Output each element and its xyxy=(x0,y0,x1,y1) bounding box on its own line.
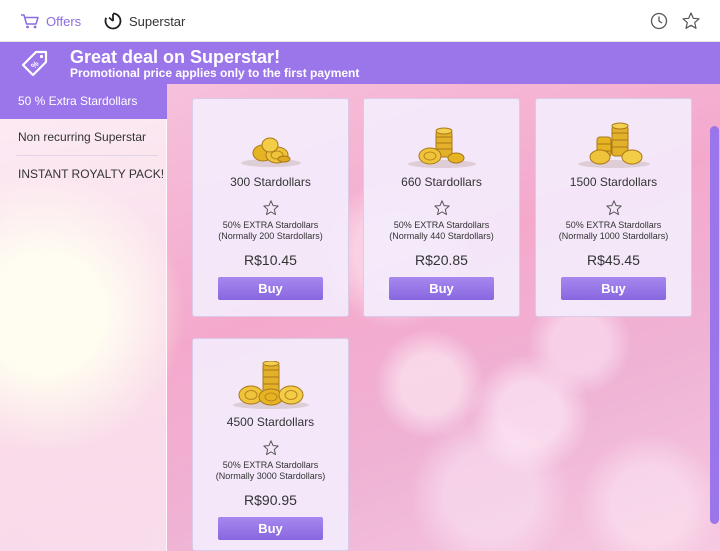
buy-button[interactable]: Buy xyxy=(218,277,323,300)
star-icon[interactable] xyxy=(681,11,701,31)
offer-amount: 660 Stardollars xyxy=(401,175,482,189)
offers-sidebar: 50 % Extra Stardollars Non recurring Sup… xyxy=(0,84,167,551)
offer-price: R$45.45 xyxy=(587,252,640,268)
offer-extra-note: 50% EXTRA Stardollars (Normally 1000 Sta… xyxy=(536,220,691,242)
superstar-timer-icon xyxy=(104,12,122,30)
offer-extra-note: 50% EXTRA Stardollars (Normally 3000 Sta… xyxy=(193,460,348,482)
coins-small-icon xyxy=(241,137,301,167)
offer-card: 1500 Stardollars 50% EXTRA Stardollars (… xyxy=(535,98,692,317)
buy-button[interactable]: Buy xyxy=(561,277,666,300)
tab-offers[interactable]: Offers xyxy=(20,0,81,42)
offer-amount: 4500 Stardollars xyxy=(226,415,315,429)
offer-normal-price-line: (Normally 1000 Stardollars) xyxy=(558,231,669,241)
offer-extra-line: 50% EXTRA Stardollars xyxy=(222,220,319,230)
offer-price: R$10.45 xyxy=(244,252,297,268)
offer-extra-line: 50% EXTRA Stardollars xyxy=(222,460,319,470)
favorite-star-icon[interactable] xyxy=(605,199,623,217)
sidebar-item-non-recurring-superstar[interactable]: Non recurring Superstar xyxy=(0,119,167,155)
tab-offers-label: Offers xyxy=(46,13,82,29)
scrollbar-track[interactable] xyxy=(709,84,720,551)
banner-title: Great deal on Superstar! xyxy=(70,47,281,67)
favorite-star-icon[interactable] xyxy=(262,439,280,457)
offer-price: R$90.95 xyxy=(244,492,297,508)
offer-normal-price-line: (Normally 440 Stardollars) xyxy=(389,231,494,241)
cart-icon xyxy=(21,14,39,29)
offer-extra-note: 50% EXTRA Stardollars (Normally 200 Star… xyxy=(193,220,348,242)
coins-treasure-icon xyxy=(233,361,309,409)
coins-stack-icon xyxy=(408,127,476,168)
offer-extra-note: 50% EXTRA Stardollars (Normally 440 Star… xyxy=(364,220,519,242)
offer-amount: 300 Stardollars xyxy=(230,175,311,189)
sidebar-item-royalty-pack[interactable]: INSTANT ROYALTY PACK! xyxy=(0,163,167,203)
offer-amount: 1500 Stardollars xyxy=(569,175,658,189)
top-nav-bar: Offers Superstar xyxy=(0,0,720,42)
offer-card: 660 Stardollars 50% EXTRA Stardollars (N… xyxy=(363,98,520,317)
offer-normal-price-line: (Normally 200 Stardollars) xyxy=(218,231,323,241)
sidebar-item-extra-stardollars[interactable]: 50 % Extra Stardollars xyxy=(0,84,167,119)
offer-extra-line: 50% EXTRA Stardollars xyxy=(565,220,662,230)
buy-button[interactable]: Buy xyxy=(218,517,323,540)
favorite-star-icon[interactable] xyxy=(433,199,451,217)
offer-card: 300 Stardollars 50% EXTRA Stardollars (N… xyxy=(192,98,349,317)
coins-pile-icon xyxy=(578,122,650,168)
scrollbar-thumb[interactable] xyxy=(710,126,719,524)
offer-extra-line: 50% EXTRA Stardollars xyxy=(393,220,490,230)
offer-card: 4500 Stardollars 50% EXTRA Stardollars (… xyxy=(192,338,349,551)
promo-banner: % Great deal on Superstar! Promotional p… xyxy=(0,42,720,84)
favorite-star-icon[interactable] xyxy=(262,199,280,217)
sidebar-divider xyxy=(16,155,158,156)
tab-superstar[interactable]: Superstar xyxy=(103,0,185,42)
banner-subtitle: Promotional price applies only to the fi… xyxy=(70,66,360,80)
buy-button[interactable]: Buy xyxy=(389,277,494,300)
clock-icon[interactable] xyxy=(649,11,669,31)
offer-price: R$20.85 xyxy=(415,252,468,268)
offer-normal-price-line: (Normally 3000 Stardollars) xyxy=(215,471,326,481)
discount-tag-icon: % xyxy=(21,50,48,77)
tab-superstar-label: Superstar xyxy=(129,13,186,29)
